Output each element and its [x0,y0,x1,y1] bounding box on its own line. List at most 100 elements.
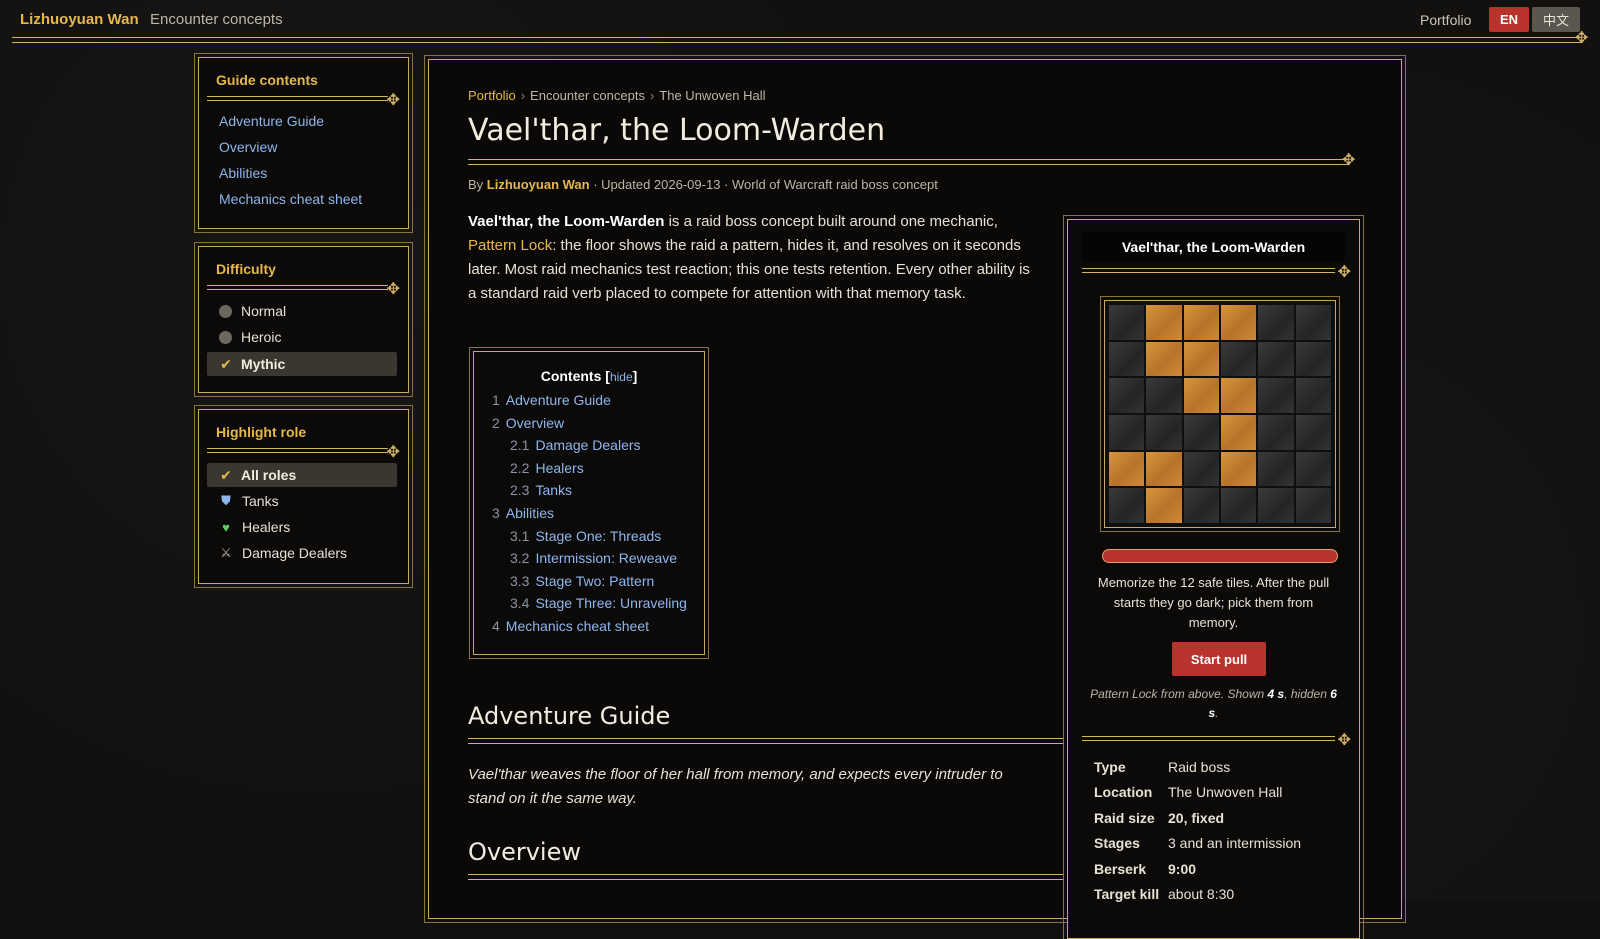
floor-tile[interactable] [1258,305,1294,340]
radio-dot-icon [219,330,232,344]
breadcrumb-encounter-concepts-link[interactable]: Encounter concepts [530,88,645,103]
floor-tile[interactable] [1109,488,1145,523]
role-option-all[interactable]: ✔ All roles [207,463,397,487]
sidebar-link-adventure-guide[interactable]: Adventure Guide [219,113,324,129]
stat-value-type: Raid boss [1168,759,1231,775]
breadcrumb-portfolio-link[interactable]: Portfolio [468,88,516,103]
floor-tile[interactable] [1220,341,1257,377]
floor-tile[interactable] [1183,488,1219,523]
toc-item-tanks[interactable]: 2.3 Tanks [510,482,572,498]
table-of-contents: Contents [hide] 1 Adventure Guide 2 Overvi… [469,347,709,659]
stat-label-berserk: Berserk [1094,861,1147,877]
divider-ornament-icon: ✥ [386,444,400,461]
sidebar-link-mechanics-cheat-sheet[interactable]: Mechanics cheat sheet [219,191,362,207]
toc-hide-link[interactable]: hide [610,370,633,384]
byline-prefix: By [468,177,484,192]
site-brand-link[interactable]: Lizhuoyuan Wan [20,11,139,28]
floor-tile[interactable] [1109,415,1145,450]
safe-floor-tile[interactable] [1146,451,1182,487]
floor-tile[interactable] [1220,488,1257,523]
toc-label: Mechanics cheat sheet [505,618,649,634]
radio-dot-icon [219,304,232,318]
panel-divider [207,96,388,101]
floor-tile[interactable] [1258,488,1294,523]
safe-floor-tile[interactable] [1183,378,1219,413]
caption-text: . [1215,706,1219,720]
toc-item-damage-dealers[interactable]: 2.1 Damage Dealers [510,437,641,453]
infobox-caption: Pattern Lock from above. Shown 4 s, hidd… [1088,685,1339,723]
sidebar-link-overview[interactable]: Overview [219,139,277,155]
start-pull-button[interactable]: Start pull [1172,642,1266,676]
caption-shown-duration: 4 s [1267,687,1285,701]
difficulty-option-mythic[interactable]: ✔ Mythic [207,352,397,376]
portfolio-nav-link[interactable]: Portfolio [1420,12,1471,28]
floor-tile[interactable] [1295,451,1331,487]
safe-floor-tile[interactable] [1146,341,1182,377]
floor-tile[interactable] [1109,341,1145,377]
intro-boss-name: Vael'thar, the Loom-Warden [468,213,665,230]
stat-value-stages: 3 and an intermission [1168,835,1302,851]
floor-tile[interactable] [1109,305,1145,340]
safe-floor-tile[interactable] [1183,341,1219,377]
safe-floor-tile[interactable] [1220,378,1257,413]
toc-item-adventure-guide[interactable]: 1 Adventure Guide [492,392,611,408]
role-option-damage-dealers[interactable]: ⚔ Damage Dealers [207,541,397,565]
floor-tile[interactable] [1146,378,1182,413]
floor-tile[interactable] [1109,378,1145,413]
panel-divider [207,448,388,453]
floor-tile[interactable] [1295,488,1331,523]
floor-tile[interactable] [1183,415,1219,450]
floor-tile[interactable] [1258,341,1294,377]
floor-tile[interactable] [1258,415,1294,450]
toc-num: 2.2 [510,460,530,476]
language-zh-button[interactable]: 中文 [1532,7,1580,32]
role-option-tanks[interactable]: ⛊ Tanks [207,489,397,513]
toc-item-stage-two[interactable]: 3.3 Stage Two: Pattern [510,573,654,589]
floor-tile[interactable] [1183,451,1219,487]
role-option-label: All roles [241,467,297,483]
byline-author-link[interactable]: Lizhuoyuan Wan [487,177,590,192]
toc-item-stage-one[interactable]: 3.1 Stage One: Threads [510,528,661,544]
toc-item-stage-three[interactable]: 3.4 Stage Three: Unraveling [510,595,687,611]
difficulty-option-label: Heroic [241,329,282,345]
floor-tile[interactable] [1258,451,1294,487]
infobox-divider [1082,268,1335,273]
safe-floor-tile[interactable] [1220,415,1257,450]
role-option-label: Healers [242,519,291,535]
safe-floor-tile[interactable] [1220,305,1257,340]
top-divider [12,37,1582,43]
breadcrumb: Portfolio › Encounter concepts › The Unwoven… [468,88,766,103]
safe-floor-tile[interactable] [1183,305,1219,340]
crossed-swords-icon: ⚔ [220,545,232,560]
floor-tile[interactable] [1295,378,1331,413]
caption-text: , hidden [1284,687,1327,701]
heart-icon: ♥ [222,519,230,535]
pattern-lock-grid[interactable] [1100,296,1340,532]
panel-divider [207,285,388,290]
floor-tile[interactable] [1295,305,1331,340]
toc-item-abilities[interactable]: 3 Abilities [492,505,554,521]
role-option-healers[interactable]: ♥ Healers [207,515,397,539]
toc-item-mechanics-cheat-sheet[interactable]: 4 Mechanics cheat sheet [492,618,649,634]
guide-contents-title: Guide contents [216,72,318,88]
sidebar-link-abilities[interactable]: Abilities [219,165,267,181]
language-en-button[interactable]: EN [1489,7,1529,32]
floor-tile[interactable] [1295,415,1331,450]
toc-item-intermission[interactable]: 3.2 Intermission: Reweave [510,550,677,566]
toc-item-overview[interactable]: 2 Overview [492,415,564,431]
safe-floor-tile[interactable] [1220,451,1257,487]
stat-value-berserk: 9:00 [1168,861,1197,877]
difficulty-option-heroic[interactable]: Heroic [207,325,397,349]
floor-tile[interactable] [1258,378,1294,413]
infobox-title: Vael'thar, the Loom-Warden [1082,232,1345,262]
safe-floor-tile[interactable] [1146,305,1182,340]
difficulty-option-normal[interactable]: Normal [207,299,397,323]
floor-tile[interactable] [1295,341,1331,377]
safe-floor-tile[interactable] [1109,451,1145,487]
floor-tile[interactable] [1146,415,1182,450]
breadcrumb-current: The Unwoven Hall [659,88,766,103]
safe-floor-tile[interactable] [1146,488,1182,523]
toc-label: Overview [505,415,565,431]
toc-item-healers[interactable]: 2.2 Healers [510,460,584,476]
pattern-lock-link[interactable]: Pattern Lock [468,237,552,254]
